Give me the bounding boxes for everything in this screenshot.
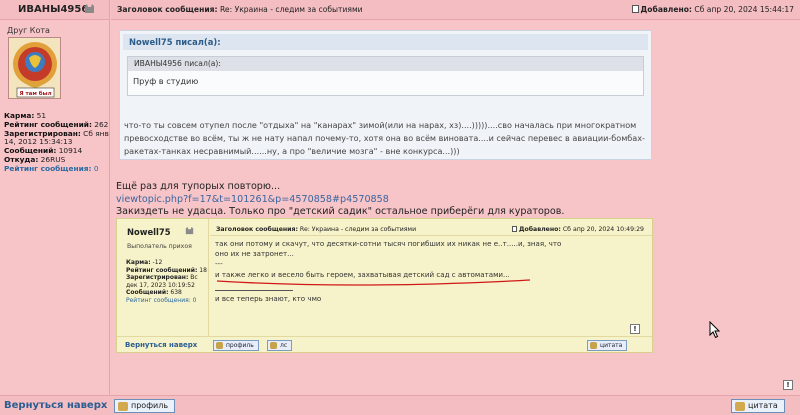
quote-block: Nowell75 писал(а): ИВАНЫ4956 писал(а): П… <box>119 30 652 160</box>
profile-icon <box>118 402 128 411</box>
embedded-back-to-top: Вернуться наверх <box>125 341 198 349</box>
nested-quote-header: ИВАНЫ4956 писал(а): <box>128 57 643 71</box>
embedded-post-body: так они потому и скачут, что десятки-сот… <box>215 239 562 303</box>
profile-button[interactable]: профиль <box>114 399 176 413</box>
embedded-post-header: Заголовок сообщения: Re: Украина - следи… <box>210 224 652 236</box>
subject-label: Заголовок сообщения: <box>117 5 218 14</box>
embedded-quote-button: цитата <box>587 340 628 351</box>
quote-text: что-то ты совсем отупел после "отдыха" н… <box>124 120 645 156</box>
quote-header: Nowell75 писал(а): <box>123 34 648 50</box>
profile-registered: Зарегистрирован: Сб янв 14, 2012 15:34:1… <box>4 128 109 147</box>
date-label: Добавлено: <box>640 5 692 14</box>
embedded-author: Nowell75 Выполатель прихоя Карма: -12 Ре… <box>117 219 209 337</box>
quote-icon <box>735 402 745 411</box>
post-subject: Re: Украина - следим за событиями <box>220 5 363 14</box>
message-link[interactable]: viewtopic.php?f=17&t=101261&p=4570858#p4… <box>116 194 389 205</box>
embedded-screenshot: Nowell75 Выполатель прихоя Карма: -12 Ре… <box>116 218 653 353</box>
author-profile: Карма: 51 Рейтинг сообщений: 262 Зарегис… <box>4 111 110 174</box>
rating-link: Рейтинг сообщения: 0 <box>4 163 99 173</box>
embedded-pm-button: лс <box>267 340 293 351</box>
post-link-icon <box>511 226 517 232</box>
mouse-cursor-icon <box>709 321 721 339</box>
avatar: Я там был <box>8 37 61 99</box>
embedded-profile-button: профиль <box>213 340 259 351</box>
author-column: ИВАНЫ4956 Друг Кота Я там был Карма: 51 … <box>0 0 110 395</box>
cat-icon <box>185 226 194 238</box>
post-date-wrap: Добавлено: Сб апр 20, 2024 15:44:17 <box>631 0 794 20</box>
nested-quote: ИВАНЫ4956 писал(а): Пруф в студию <box>127 56 644 96</box>
post-link-icon[interactable] <box>631 5 639 13</box>
profile-icon <box>216 342 223 349</box>
report-icon[interactable]: ! <box>783 380 793 390</box>
message-line: Ещё раз для тупорых повторю... <box>116 181 281 192</box>
embedded-rank: Выполатель прихоя <box>127 243 192 250</box>
quote-button[interactable]: цитата <box>731 399 785 413</box>
report-icon: ! <box>630 324 640 334</box>
embedded-author-name: Nowell75 <box>127 227 171 237</box>
back-to-top-link[interactable]: Вернуться наверх <box>4 400 107 411</box>
message-line: Закиздеть не удасца. Только про "детский… <box>116 206 565 217</box>
cat-icon <box>84 3 95 17</box>
nested-quote-text: Пруф в студию <box>133 76 199 86</box>
post-header: Заголовок сообщения: Re: Украина - следи… <box>111 0 800 20</box>
embedded-footer: Вернуться наверх профиль лс цитата <box>117 336 652 352</box>
avatar-caption: Я там был <box>19 90 51 97</box>
post-footer: Вернуться наверх профиль цитата <box>0 395 800 415</box>
post-date: Сб апр 20, 2024 15:44:17 <box>694 5 794 14</box>
embedded-profile: Карма: -12 Рейтинг сообщений: 18 Зарегис… <box>126 259 207 304</box>
pm-icon <box>270 342 277 349</box>
author-rank: Друг Кота <box>7 26 50 35</box>
quote-icon <box>590 342 597 349</box>
signature-divider <box>215 289 293 291</box>
message-body: Ещё раз для тупорых повторю... viewtopic… <box>116 181 564 219</box>
